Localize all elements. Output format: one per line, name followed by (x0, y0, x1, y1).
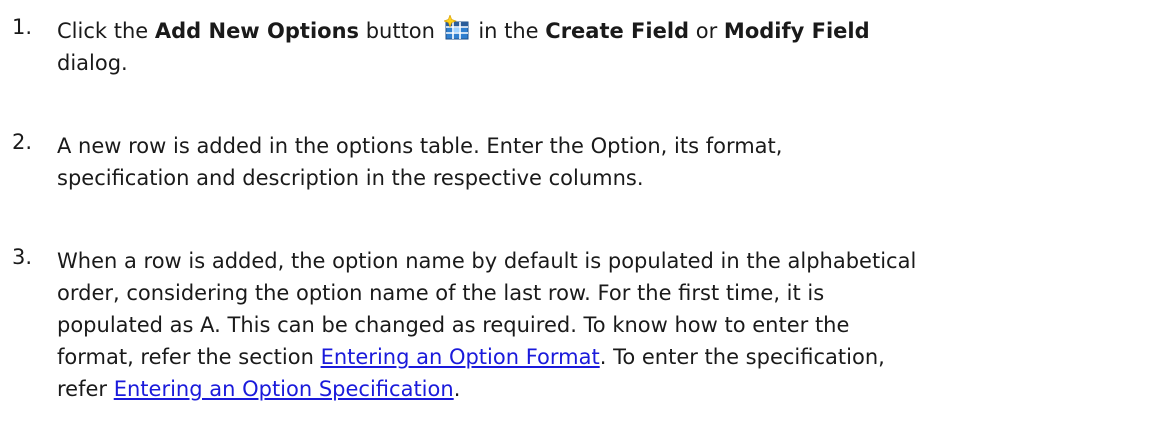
text-run: . (453, 377, 461, 401)
entering-option-format-link[interactable]: Entering an Option Format (321, 345, 600, 369)
step-number: 2. (12, 130, 33, 154)
step-line: Click the Add New Options button in the … (57, 14, 1137, 47)
step-text: Click the Add New Options button in the … (57, 14, 1137, 79)
step-number: 3. (12, 245, 33, 269)
entering-option-specification-link[interactable]: Entering an Option Specification (114, 377, 454, 401)
step-number: 1. (12, 15, 33, 39)
step-list: 1. Click the Add New Options button in t… (0, 0, 1157, 426)
step-line: populated as A. This can be changed as r… (57, 313, 850, 337)
text-run: refer (57, 377, 114, 401)
text-run: button (359, 19, 442, 43)
step-text: A new row is added in the options table.… (57, 130, 1137, 194)
step-line: order, considering the option name of th… (57, 281, 825, 305)
create-field-label: Create Field (545, 19, 690, 43)
text-run: format, refer the section (57, 345, 321, 369)
add-new-options-icon[interactable] (442, 14, 470, 41)
step-line: When a row is added, the option name by … (57, 249, 917, 273)
modify-field-label: Modify Field (723, 19, 870, 43)
text-run: Click the (57, 19, 155, 43)
step-text: When a row is added, the option name by … (57, 245, 1137, 405)
step-line: specification and description in the res… (57, 166, 644, 190)
step-line: dialog. (57, 51, 128, 75)
text-run: or (689, 19, 724, 43)
step-line: A new row is added in the options table.… (57, 134, 783, 158)
add-new-options-label: Add New Options (154, 19, 360, 43)
text-run: in the (471, 19, 546, 43)
step-line: refer Entering an Option Specification. (57, 373, 1137, 405)
step-line: format, refer the section Entering an Op… (57, 341, 1137, 373)
text-run: . To enter the specification, (599, 345, 885, 369)
